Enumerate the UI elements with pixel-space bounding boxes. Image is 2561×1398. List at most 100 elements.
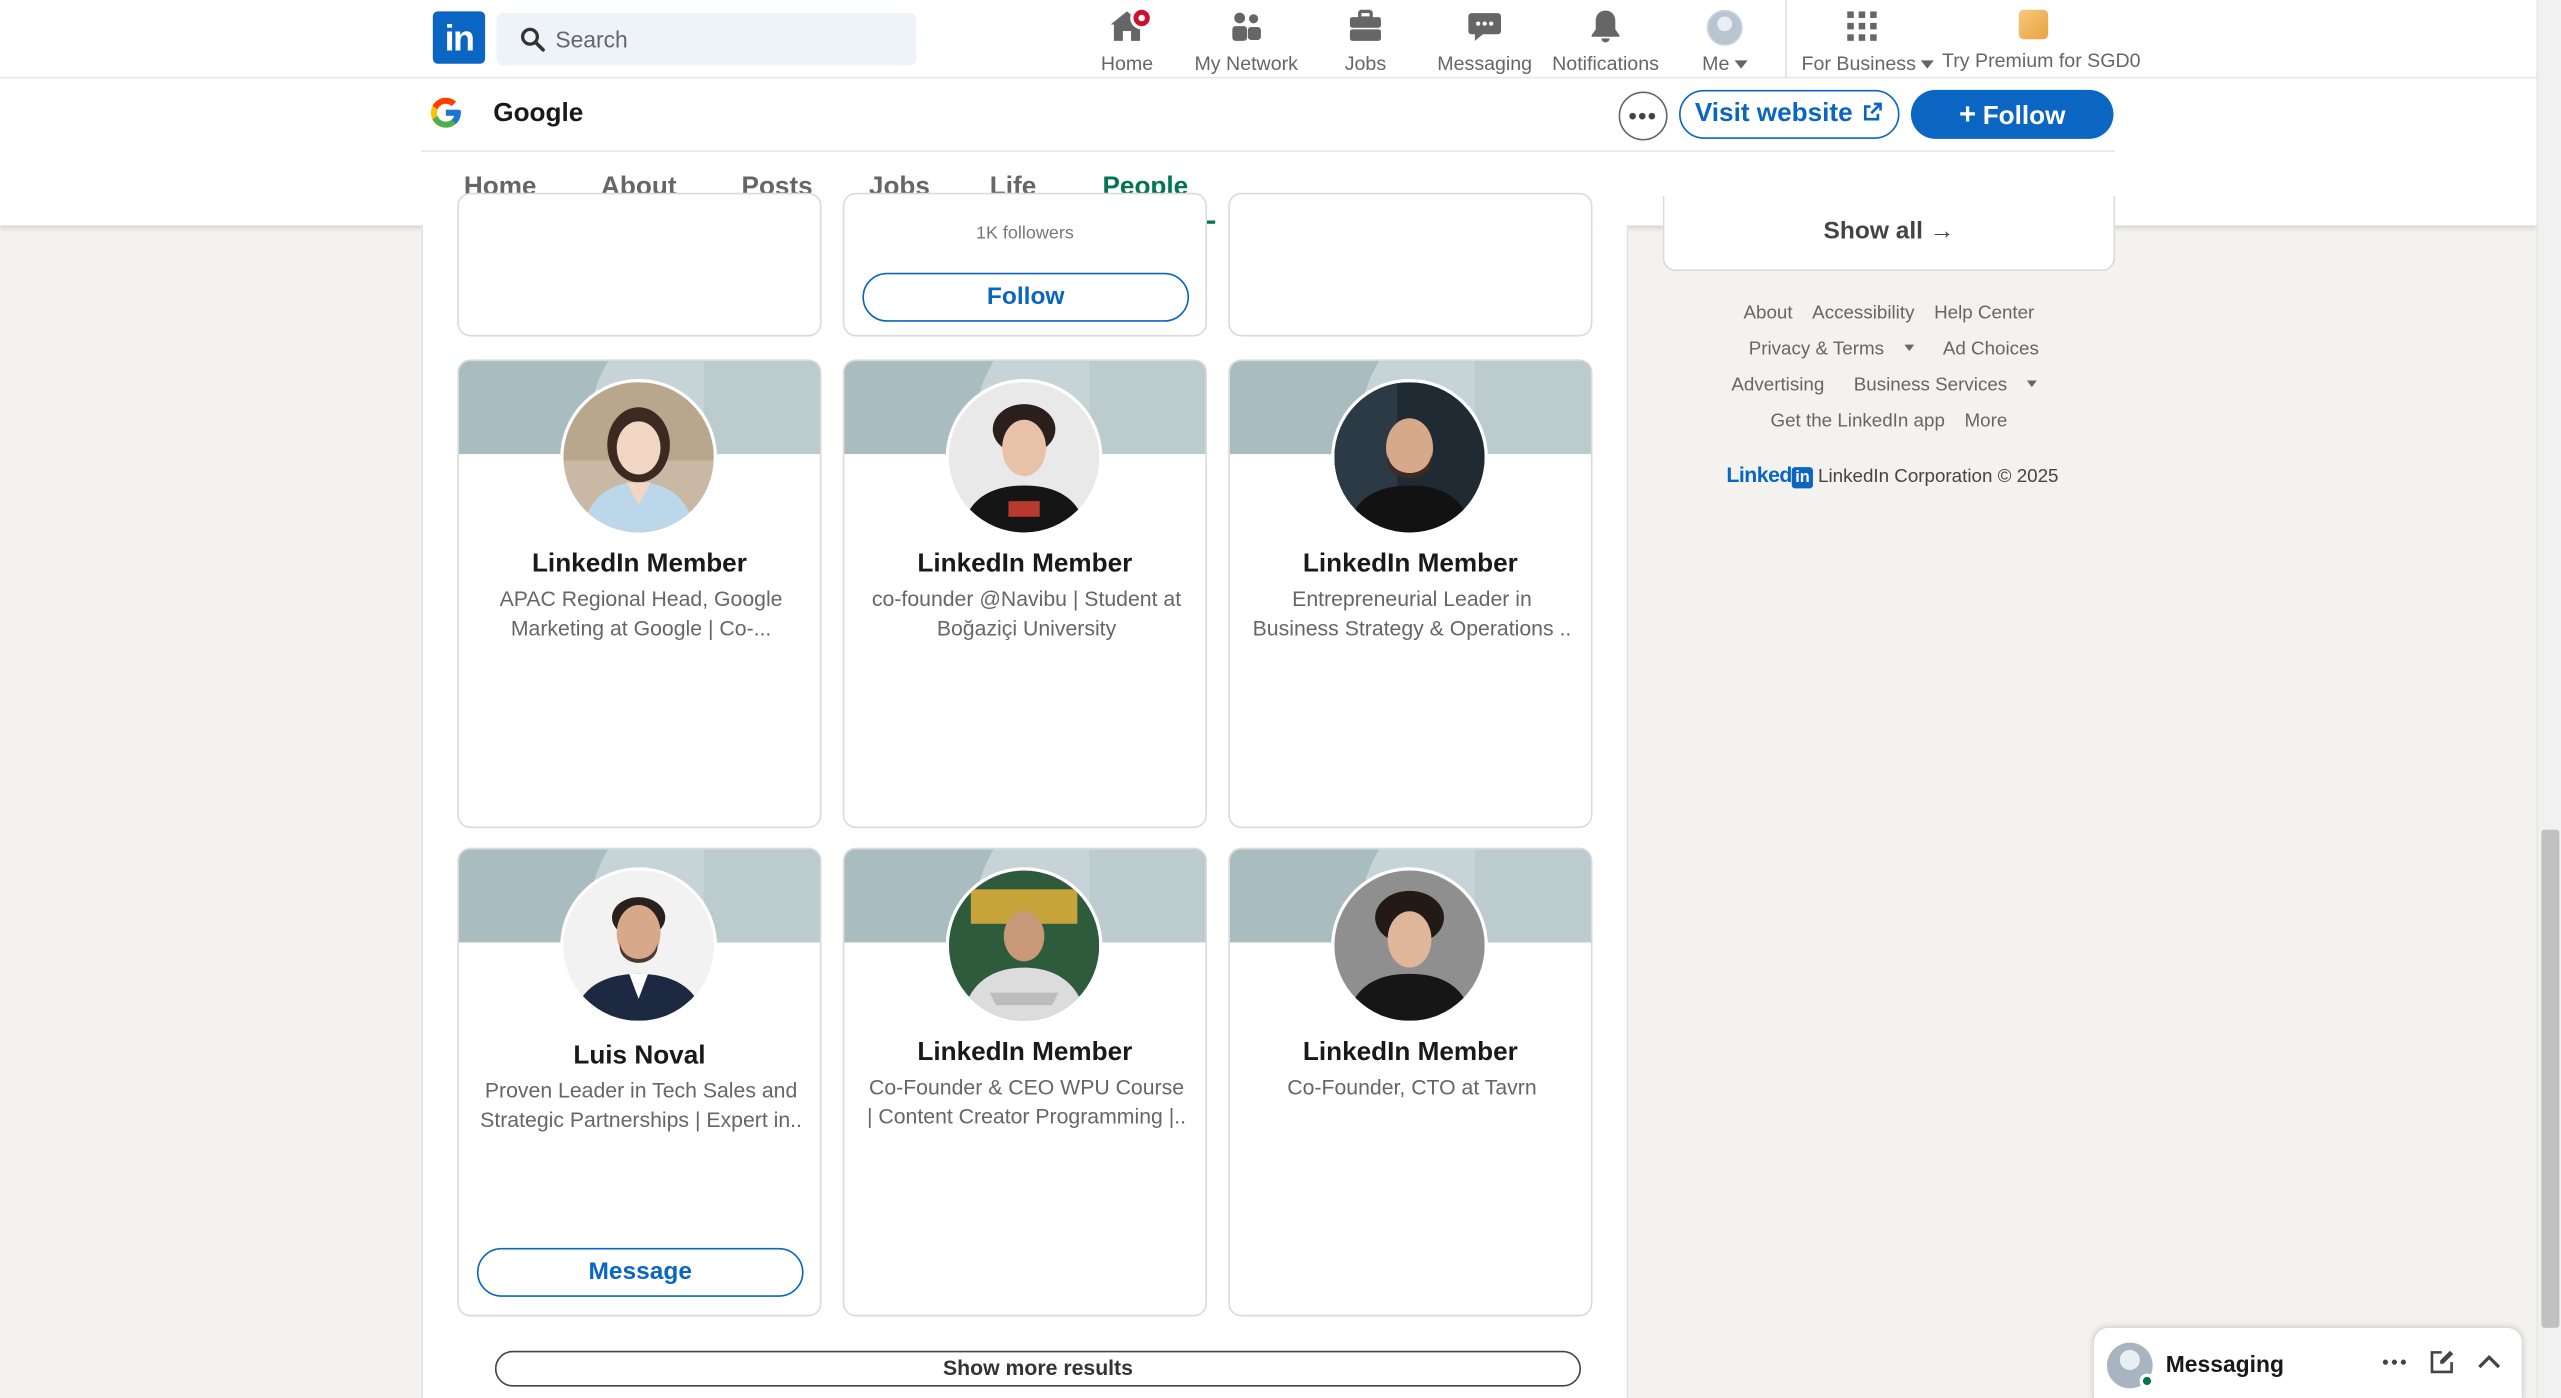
search-input[interactable]: [555, 13, 899, 66]
nav-home[interactable]: Home: [1098, 6, 1157, 76]
followers-count: 1K followers: [975, 223, 1074, 244]
nav-for-business-label: For Business: [1801, 52, 1916, 76]
member-name[interactable]: Luis Noval: [459, 1042, 820, 1071]
nav-divider: [1785, 0, 1787, 79]
member-name[interactable]: LinkedIn Member: [459, 550, 820, 579]
nav-notifications[interactable]: Notifications: [1552, 7, 1660, 76]
divider: [421, 150, 2116, 152]
nav-my-network[interactable]: My Network: [1194, 7, 1299, 76]
people-section: 1K followers Follow LinkedIn Member APAC…: [421, 192, 1629, 1398]
external-link-icon: [1864, 102, 1883, 121]
follow-company-button[interactable]: + Follow: [1910, 89, 2114, 139]
google-logo[interactable]: [428, 95, 464, 131]
nav-home-label: Home: [1100, 52, 1154, 76]
member-name[interactable]: LinkedIn Member: [844, 550, 1205, 579]
nav-me-label: Me: [1702, 52, 1730, 76]
profile-photo[interactable]: [560, 378, 718, 536]
linkedin-wordmark: Linked: [1726, 462, 1792, 487]
linkedin-logo[interactable]: in: [432, 11, 486, 64]
nav-premium[interactable]: Try Premium for SGD0: [1941, 7, 2141, 76]
chevron-up-icon[interactable]: [2474, 1347, 2503, 1376]
bell-icon: [1591, 10, 1620, 43]
grid-icon: [1847, 11, 1877, 41]
scrollbar[interactable]: [2536, 0, 2561, 1398]
member-headline: Entrepreneurial Leader in Business Strat…: [1252, 586, 1572, 641]
member-name[interactable]: LinkedIn Member: [1230, 1039, 1591, 1068]
nav-premium-label: Try Premium for SGD0: [1941, 48, 2141, 72]
footer-link-more[interactable]: More: [1965, 412, 2008, 432]
nav-notifications-label: Notifications: [1552, 52, 1659, 76]
visit-website-label: Visit website: [1694, 99, 1853, 128]
profile-photo[interactable]: [945, 867, 1103, 1025]
compose-icon[interactable]: [2427, 1347, 2456, 1376]
person-card[interactable]: LinkedIn Member Co-Founder, CTO at Tavrn: [1228, 847, 1593, 1317]
arrow-right-icon: →: [1929, 217, 1955, 245]
profile-photo[interactable]: [1331, 867, 1488, 1025]
caret-down-icon: [1903, 344, 1914, 352]
follow-label: Follow: [1982, 102, 2066, 131]
global-nav: in Home My Network Jobs Messaging Notifi…: [0, 0, 2537, 79]
notification-badge: [1130, 6, 1154, 30]
footer-link-advertising[interactable]: Advertising: [1731, 376, 1824, 396]
member-headline: APAC Regional Head, Google Marketing at …: [499, 586, 783, 641]
scrollbar-thumb[interactable]: [2541, 829, 2560, 1328]
person-card[interactable]: Luis Noval Proven Leader in Tech Sales a…: [457, 847, 822, 1317]
nav-for-business[interactable]: For Business: [1801, 7, 1934, 76]
person-card[interactable]: LinkedIn Member co-founder @Navibu | Stu…: [842, 359, 1208, 829]
nav-jobs-label: Jobs: [1344, 52, 1387, 76]
person-card[interactable]: LinkedIn Member Entrepreneurial Leader i…: [1228, 359, 1593, 829]
briefcase-icon: [1349, 9, 1381, 41]
more-options-button[interactable]: •••: [1618, 91, 1668, 141]
caret-down-icon: [2026, 380, 2037, 388]
footer-link-privacy-terms[interactable]: Privacy & Terms: [1739, 339, 1923, 360]
company-name[interactable]: Google: [493, 100, 583, 129]
member-name[interactable]: LinkedIn Member: [844, 1039, 1205, 1068]
linkedin-logo-icon: in: [1791, 467, 1814, 489]
footer-link-help-center[interactable]: Help Center: [1934, 304, 2034, 324]
nav-jobs[interactable]: Jobs: [1339, 7, 1391, 76]
person-card-partial[interactable]: [457, 192, 822, 337]
page-card-partial[interactable]: 1K followers Follow: [842, 192, 1208, 337]
caret-down-icon: [1920, 60, 1934, 69]
footer-link-privacy-terms-label: Privacy & Terms: [1748, 339, 1885, 360]
more-icon[interactable]: [2380, 1347, 2409, 1376]
footer-link-business-services-label: Business Services: [1853, 375, 2008, 396]
messaging-label: Messaging: [2165, 1350, 2284, 1377]
message-button[interactable]: Message: [476, 1247, 804, 1297]
search-icon: [521, 27, 545, 52]
people-icon: [1232, 12, 1261, 41]
show-all-label: Show all: [1823, 217, 1923, 245]
person-card[interactable]: LinkedIn Member Co-Founder & CEO WPU Cou…: [842, 847, 1208, 1317]
online-status-icon: [2139, 1373, 2155, 1389]
plus-icon: +: [1958, 97, 1977, 131]
footer-link-business-services[interactable]: Business Services: [1844, 376, 2046, 396]
nav-my-network-label: My Network: [1194, 52, 1298, 76]
messaging-dock[interactable]: Messaging: [2092, 1326, 2524, 1398]
member-headline: co-founder @Navibu | Student at Boğaziçi…: [871, 586, 1182, 641]
footer-link-get-app[interactable]: Get the LinkedIn app: [1770, 412, 1944, 432]
follow-button[interactable]: Follow: [862, 272, 1190, 322]
chat-icon: [1468, 13, 1502, 41]
profile-photo[interactable]: [1331, 378, 1488, 536]
show-more-results-button[interactable]: Show more results: [494, 1350, 1582, 1387]
profile-photo[interactable]: [560, 867, 718, 1025]
copyright-text: LinkedIn Corporation © 2025: [1818, 467, 2059, 487]
person-card-partial[interactable]: [1228, 192, 1593, 337]
member-name[interactable]: LinkedIn Member: [1230, 550, 1591, 579]
footer-link-accessibility[interactable]: Accessibility: [1812, 304, 1914, 324]
member-headline: Co-Founder, CTO at Tavrn: [1287, 1074, 1537, 1100]
premium-icon: [2018, 9, 2049, 40]
copyright: Linked in LinkedIn Corporation © 2025: [1726, 462, 2059, 489]
profile-photo[interactable]: [945, 378, 1103, 536]
footer-link-ad-choices[interactable]: Ad Choices: [1943, 340, 2039, 360]
nav-messaging[interactable]: Messaging: [1437, 7, 1533, 76]
caret-down-icon: [1734, 60, 1748, 69]
person-card[interactable]: LinkedIn Member APAC Regional Head, Goog…: [457, 359, 822, 829]
visit-website-button[interactable]: Visit website: [1679, 89, 1900, 139]
show-all-link[interactable]: Show all →: [1664, 217, 2113, 245]
footer-links: About Accessibility Help Center Privacy & …: [1663, 299, 2115, 443]
nav-me[interactable]: Me: [1692, 7, 1757, 76]
footer-link-about[interactable]: About: [1743, 304, 1792, 324]
nav-messaging-label: Messaging: [1437, 52, 1533, 76]
search-box[interactable]: [496, 13, 917, 66]
